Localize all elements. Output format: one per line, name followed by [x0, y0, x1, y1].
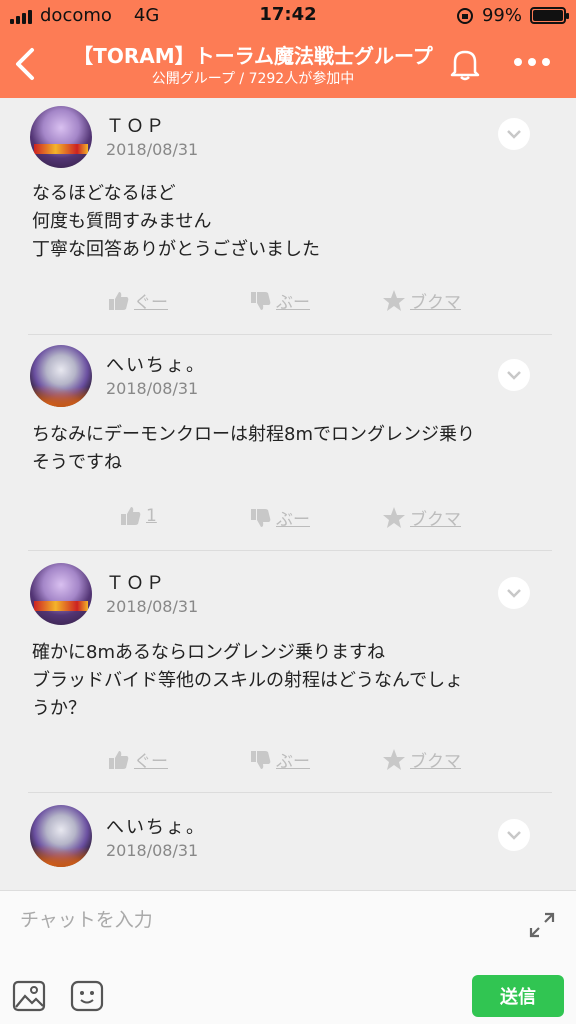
dislike-button[interactable]: ぶー: [250, 288, 310, 313]
like-button[interactable]: 1: [120, 505, 157, 527]
thumbs-down-icon: [251, 291, 271, 310]
dislike-button[interactable]: ぶー: [250, 747, 310, 772]
message-line: ちなみにデーモンクローは射程8mでロングレンジ乗り: [32, 424, 475, 445]
send-button[interactable]: 送信: [472, 975, 564, 1017]
group-title: 【TORAM】トーラム魔法戦士グループ: [73, 44, 433, 68]
like-button[interactable]: ぐー: [108, 747, 168, 772]
battery-fill: [533, 10, 563, 21]
sender-name: へいちょ。: [106, 355, 206, 376]
chevron-down-icon: [507, 589, 521, 598]
expand-icon[interactable]: [528, 911, 556, 939]
message-item: へいちょ。 2018/08/31: [0, 793, 576, 890]
avatar[interactable]: [30, 805, 92, 867]
thumbs-down-icon: [251, 750, 271, 769]
like-count: 1: [146, 506, 157, 526]
bookmark-button[interactable]: ブクマ: [382, 288, 461, 313]
message-text: なるほどなるほど 何度も質問すみません 丁寧な回答ありがとうございました: [32, 180, 542, 264]
avatar[interactable]: [30, 345, 92, 407]
status-bar: docomo 4G 17:42 99%: [0, 0, 576, 32]
message-line: うか？: [32, 698, 86, 719]
message-item: ＴＯＰ 2018/08/31 なるほどなるほど 何度も質問すみません 丁寧な回答…: [0, 98, 576, 334]
thumbs-up-icon: [109, 750, 129, 769]
avatar[interactable]: [30, 106, 92, 168]
message-date: 2018/08/31: [106, 379, 199, 398]
chevron-down-icon: [507, 130, 521, 139]
sender-name: ＴＯＰ: [106, 116, 166, 137]
bookmark-label: ブクマ: [410, 510, 461, 530]
sender-name: へいちょ。: [106, 817, 206, 838]
message-line: 何度も質問すみません: [32, 211, 212, 232]
bell-icon[interactable]: [448, 46, 482, 82]
chat-composer: チャットを入力 送信: [0, 890, 576, 1024]
message-list[interactable]: ＴＯＰ 2018/08/31 なるほどなるほど 何度も質問すみません 丁寧な回答…: [0, 98, 576, 890]
sender-name: ＴＯＰ: [106, 573, 166, 594]
dislike-button[interactable]: ぶー: [250, 505, 310, 530]
message-menu-button[interactable]: [498, 118, 530, 150]
dislike-label: ぶー: [276, 510, 310, 530]
thumbs-down-icon: [251, 508, 271, 527]
message-actions: ぐー ぶー ブクマ: [0, 747, 576, 777]
chevron-down-icon: [507, 831, 521, 840]
group-subtitle: 公開グループ / 7292人が参加中: [151, 71, 355, 87]
emoji-icon[interactable]: [70, 979, 104, 1013]
message-menu-button[interactable]: [498, 359, 530, 391]
more-icon[interactable]: [514, 52, 554, 72]
message-line: なるほどなるほど: [32, 183, 176, 204]
dislike-label: ぶー: [276, 752, 310, 772]
message-item: へいちょ。 2018/08/31 ちなみにデーモンクローは射程8mでロングレンジ…: [0, 335, 576, 550]
bookmark-button[interactable]: ブクマ: [382, 747, 461, 772]
message-actions: 1 ぶー ブクマ: [0, 505, 576, 535]
message-date: 2018/08/31: [106, 841, 199, 860]
star-icon: [383, 748, 405, 770]
message-date: 2018/08/31: [106, 597, 199, 616]
thumbs-up-icon: [109, 291, 129, 310]
back-arrow-icon[interactable]: [12, 44, 40, 84]
orientation-lock-icon: [456, 7, 473, 24]
message-item: ＴＯＰ 2018/08/31 確かに8mあるならロングレンジ乗りますね ブラッド…: [0, 551, 576, 791]
message-line: 確かに8mあるならロングレンジ乗りますね: [32, 642, 385, 663]
nav-bar: 【TORAM】トーラム魔法戦士グループ 公開グループ / 7292人が参加中: [0, 34, 576, 94]
thumbs-up-icon: [121, 507, 141, 525]
message-text: 確かに8mあるならロングレンジ乗りますね ブラッドバイド等他のスキルの射程はどう…: [32, 639, 542, 723]
message-menu-button[interactable]: [498, 577, 530, 609]
message-line: ブラッドバイド等他のスキルの射程はどうなんでしょ: [32, 670, 464, 691]
star-icon: [383, 289, 405, 311]
message-actions: ぐー ぶー ブクマ: [0, 288, 576, 318]
message-text: ちなみにデーモンクローは射程8mでロングレンジ乗り そうですね: [32, 421, 542, 477]
like-button[interactable]: ぐー: [108, 288, 168, 313]
bookmark-label: ブクマ: [410, 293, 461, 313]
chat-input[interactable]: チャットを入力: [20, 905, 153, 932]
image-icon[interactable]: [12, 979, 46, 1013]
app-header: docomo 4G 17:42 99% 【TORAM】トーラム魔法戦士グループ …: [0, 0, 576, 98]
avatar[interactable]: [30, 563, 92, 625]
battery-percent: 99%: [481, 5, 522, 26]
message-menu-button[interactable]: [498, 819, 530, 851]
chevron-down-icon: [507, 371, 521, 380]
message-line: そうですね: [32, 452, 122, 473]
like-label: ぐー: [134, 752, 168, 772]
bookmark-label: ブクマ: [410, 752, 461, 772]
message-date: 2018/08/31: [106, 140, 199, 159]
dislike-label: ぶー: [276, 293, 310, 313]
bookmark-button[interactable]: ブクマ: [382, 505, 461, 530]
star-icon: [383, 506, 405, 528]
message-line: 丁寧な回答ありがとうございました: [32, 239, 320, 260]
like-label: ぐー: [134, 293, 168, 313]
battery-icon: [530, 7, 569, 24]
